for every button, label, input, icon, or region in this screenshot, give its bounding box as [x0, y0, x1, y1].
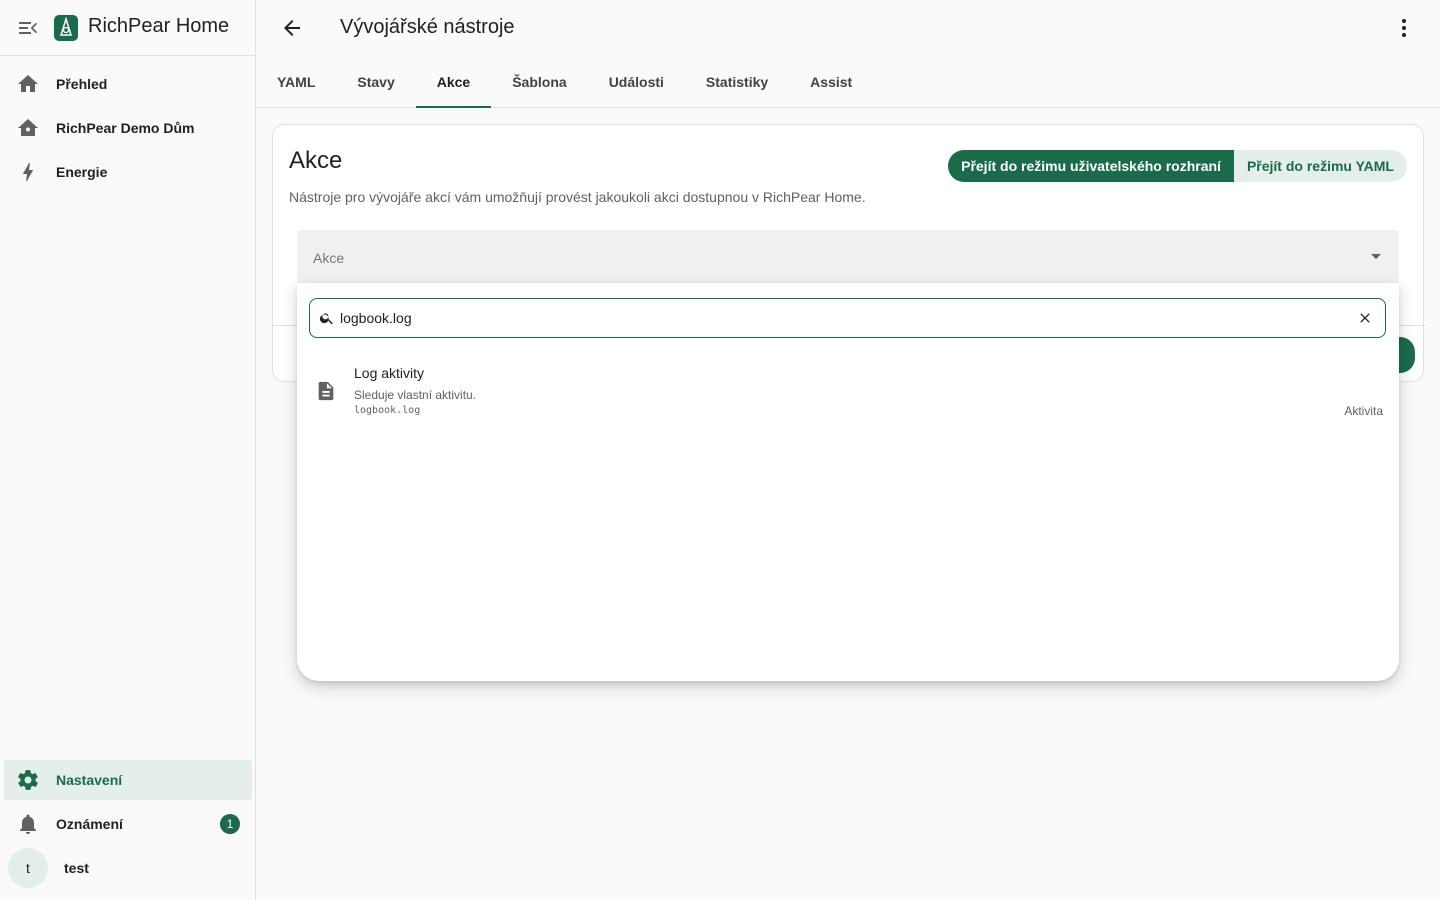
back-arrow-icon[interactable] [280, 16, 304, 40]
bell-icon [20, 814, 36, 834]
tab-assist[interactable]: Assist [789, 56, 873, 108]
home-icon [18, 75, 38, 92]
avatar[interactable]: t [8, 848, 48, 888]
notification-count-badge: 1 [220, 814, 240, 834]
sidebar-item-energy[interactable]: Energie [4, 152, 252, 192]
search-field[interactable] [309, 298, 1386, 338]
tab-actions[interactable]: Akce [415, 56, 492, 108]
yaml-mode-button[interactable]: Přejít do režimu YAML [1234, 150, 1407, 182]
search-icon [319, 313, 333, 325]
sidebar-item-label: Přehled [56, 76, 108, 92]
card-title: Akce [289, 147, 343, 174]
result-id: logbook.log [354, 405, 421, 416]
action-picker-dropdown: Log aktivity Sleduje vlastní aktivitu. l… [297, 283, 1399, 681]
tab-statistics[interactable]: Statistiky [685, 56, 789, 108]
app-title: RichPear Home [88, 15, 230, 37]
sidebar-item-overview[interactable]: Přehled [4, 64, 252, 104]
tab-events[interactable]: Události [588, 56, 685, 108]
sidebar-header: RichPear Home [0, 0, 255, 56]
sidebar-item-label: Nastavení [56, 772, 123, 788]
action-select[interactable]: Akce [297, 230, 1399, 286]
sidebar-item-notifications[interactable]: Oznámení 1 [4, 804, 252, 844]
top-bar: Vývojářské nástroje YAML Stavy Akce Šabl… [256, 0, 1440, 108]
sidebar-item-label: RichPear Demo Dům [56, 120, 195, 136]
richpear-logo-icon [54, 15, 78, 41]
mode-toggle-group: Přejít do režimu uživatelského rozhraní … [948, 150, 1407, 182]
home-outline-icon [18, 119, 38, 136]
card-description: Nástroje pro vývojáře akcí vám umožňují … [289, 189, 866, 205]
tab-yaml[interactable]: YAML [256, 56, 336, 108]
search-input[interactable] [340, 308, 1340, 328]
action-select-label: Akce [313, 250, 345, 266]
sidebar: RichPear Home Přehled RichPear Demo Dům … [0, 0, 256, 900]
lightning-icon [23, 163, 33, 181]
list-item[interactable]: Log aktivity Sleduje vlastní aktivitu. l… [297, 355, 1399, 427]
document-icon [318, 381, 334, 401]
tab-template[interactable]: Šablona [491, 56, 587, 108]
sidebar-item-label: Oznámení [56, 816, 123, 832]
caret-down-icon [1371, 254, 1381, 259]
page-title: Vývojářské nástroje [340, 16, 515, 38]
sidebar-item-settings[interactable]: Nastavení [4, 760, 252, 800]
result-domain: Aktivita [1344, 404, 1383, 418]
result-title: Log aktivity [354, 365, 425, 381]
close-icon[interactable] [1357, 310, 1373, 326]
sidebar-item-label: Energie [56, 164, 108, 180]
sidebar-item-demo-home[interactable]: RichPear Demo Dům [4, 108, 252, 148]
menu-collapse-icon[interactable] [16, 16, 40, 40]
ui-mode-button[interactable]: Přejít do režimu uživatelského rozhraní [948, 150, 1234, 182]
user-name[interactable]: test [64, 860, 89, 876]
result-description: Sleduje vlastní aktivitu. [354, 388, 477, 402]
tab-states[interactable]: Stavy [336, 56, 415, 108]
tab-bar: YAML Stavy Akce Šablona Události Statist… [256, 56, 873, 108]
gear-icon [18, 770, 38, 790]
more-vertical-icon[interactable] [1392, 16, 1416, 40]
